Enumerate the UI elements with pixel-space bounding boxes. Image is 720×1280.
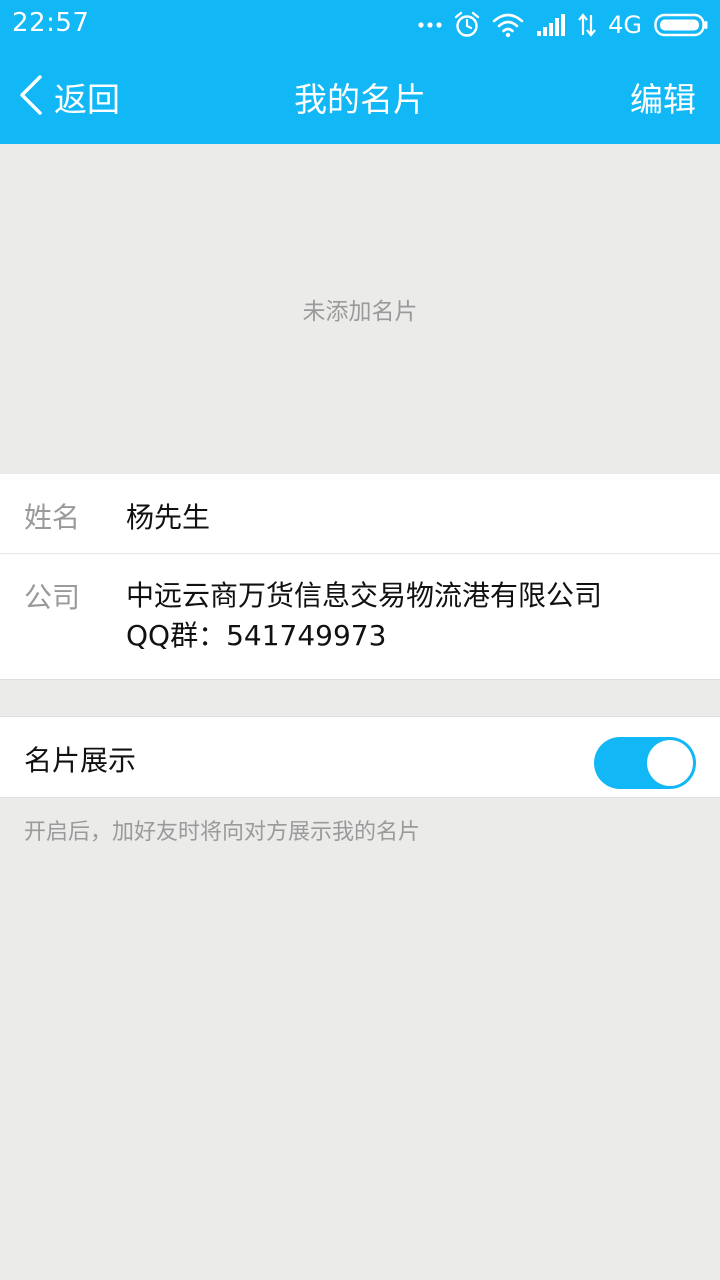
company-label: 公司 <box>24 581 81 614</box>
top-bar: 22:57 4G 返回 我的名片 编辑 <box>0 0 720 144</box>
status-bar: 22:57 4G <box>0 0 720 50</box>
alarm-icon <box>454 11 480 39</box>
name-value: 杨先生 <box>126 501 211 534</box>
profile-info: 姓名 杨先生 公司 中远云商万货信息交易物流港有限公司 QQ群：54174997… <box>0 474 720 680</box>
back-button[interactable]: 返回 <box>18 50 120 144</box>
network-label: 4G <box>608 11 642 39</box>
name-label: 姓名 <box>24 501 81 534</box>
card-empty-text: 未添加名片 <box>302 299 418 325</box>
card-display-toggle[interactable] <box>594 737 696 789</box>
card-display-row: 名片展示 <box>0 716 720 798</box>
company-qq-group: QQ群：541749973 <box>126 619 387 652</box>
more-dots-icon <box>418 20 442 30</box>
toggle-knob <box>647 740 693 786</box>
status-time: 22:57 <box>12 8 90 38</box>
back-label: 返回 <box>54 80 120 119</box>
nav-bar: 返回 我的名片 编辑 <box>0 50 720 144</box>
company-name: 中远云商万货信息交易物流港有限公司 <box>126 579 603 612</box>
business-card-area[interactable]: 未添加名片 <box>0 144 720 474</box>
wifi-icon <box>492 12 524 38</box>
card-display-label: 名片展示 <box>24 744 137 777</box>
signal-icon <box>536 13 566 37</box>
battery-icon <box>654 13 708 37</box>
edit-button[interactable]: 编辑 <box>630 50 696 144</box>
chevron-left-icon <box>18 75 44 119</box>
data-transfer-icon <box>578 13 596 37</box>
company-row: 公司 中远云商万货信息交易物流港有限公司 QQ群：541749973 <box>0 554 720 680</box>
status-icons: 4G <box>418 6 708 44</box>
company-value: 中远云商万货信息交易物流港有限公司 QQ群：541749973 <box>126 576 602 656</box>
name-row: 姓名 杨先生 <box>0 474 720 554</box>
card-display-hint: 开启后，加好友时将向对方展示我的名片 <box>24 820 421 845</box>
